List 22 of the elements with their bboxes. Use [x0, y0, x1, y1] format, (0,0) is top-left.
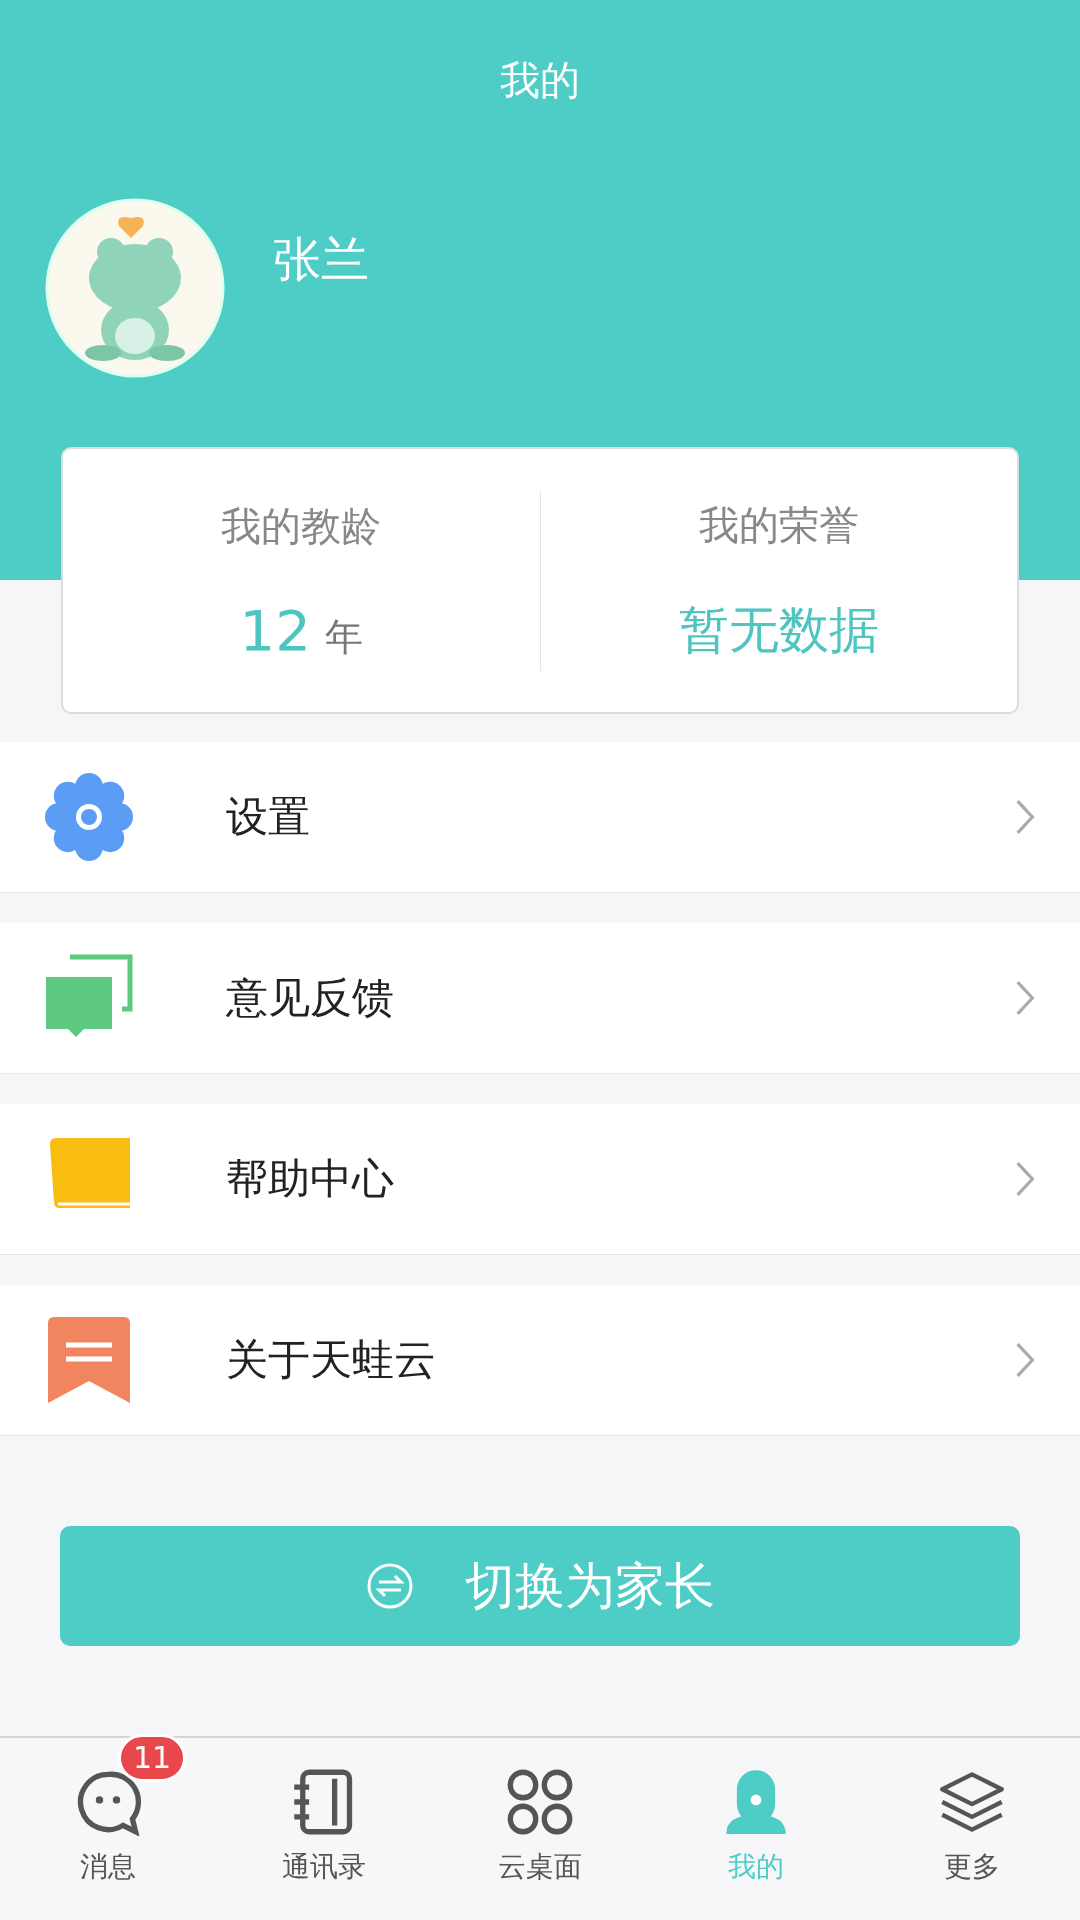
nav-tab[interactable]: 更多: [864, 1738, 1080, 1920]
menu-item[interactable]: 意见反馈: [0, 923, 1080, 1074]
stat-label: 我的教龄: [221, 501, 382, 551]
nav-tab[interactable]: 通讯录: [216, 1738, 432, 1920]
page-title: 我的: [499, 56, 581, 105]
menu-item[interactable]: 关于天蛙云: [0, 1285, 1080, 1436]
stat-label: 我的荣誉: [698, 500, 859, 550]
stat-value: 12 年: [239, 597, 363, 663]
gear-icon: [44, 772, 134, 862]
chevron-icon: [1014, 979, 1036, 1017]
avatar[interactable]: [45, 198, 225, 378]
menu-item[interactable]: 帮助中心: [0, 1104, 1080, 1255]
chevron-icon: [1014, 798, 1036, 836]
chevron-icon: [1014, 1160, 1036, 1198]
menu-item[interactable]: 设置: [0, 742, 1080, 893]
chevron-icon: [1014, 1341, 1036, 1379]
grid-icon: [506, 1768, 574, 1836]
unread-badge: 11: [118, 1734, 187, 1782]
user-name: 张兰: [273, 230, 369, 289]
swap-icon: [365, 1561, 415, 1611]
nav-tab[interactable]: 云桌面: [432, 1738, 648, 1920]
stat-value: 暂无数据: [678, 599, 879, 661]
